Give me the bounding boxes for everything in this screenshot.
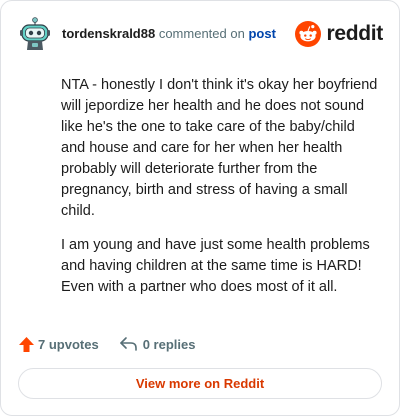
username-link[interactable]: tordenskrald88 <box>62 26 155 41</box>
comment-meta: tordenskrald88 commented on post <box>62 26 276 42</box>
reply-arrow-icon <box>119 337 137 351</box>
reddit-brand-link[interactable]: reddit <box>295 19 383 49</box>
upvote-button[interactable]: 7 upvotes <box>18 336 99 353</box>
comment-embed-card: tordenskrald88 commented on post reddit … <box>0 0 400 416</box>
comment-header: tordenskrald88 commented on post reddit <box>17 17 383 51</box>
comment-paragraph: I am young and have just some health pro… <box>61 237 370 295</box>
replies-count: 0 replies <box>142 336 196 352</box>
snoo-robot-avatar-icon <box>20 17 50 50</box>
view-more-on-reddit-button[interactable]: View more on Reddit <box>18 368 382 399</box>
replies-button[interactable]: 0 replies <box>119 336 196 352</box>
comment-actions: 7 upvotes 0 replies <box>18 335 195 353</box>
commented-on-text: commented on <box>158 26 245 41</box>
reddit-snoo-logo-icon <box>295 21 322 47</box>
view-more-label: View more on Reddit <box>135 376 265 391</box>
upvotes-count: 7 upvotes <box>38 336 99 352</box>
comment-body: NTA - honestly I don't think it's okay h… <box>61 75 381 311</box>
upvote-arrow-icon <box>19 336 34 352</box>
reddit-wordmark: reddit <box>326 22 383 45</box>
user-avatar[interactable] <box>19 17 51 51</box>
comment-paragraph: NTA - honestly I don't think it's okay h… <box>61 77 378 219</box>
post-link[interactable]: post <box>248 26 275 41</box>
